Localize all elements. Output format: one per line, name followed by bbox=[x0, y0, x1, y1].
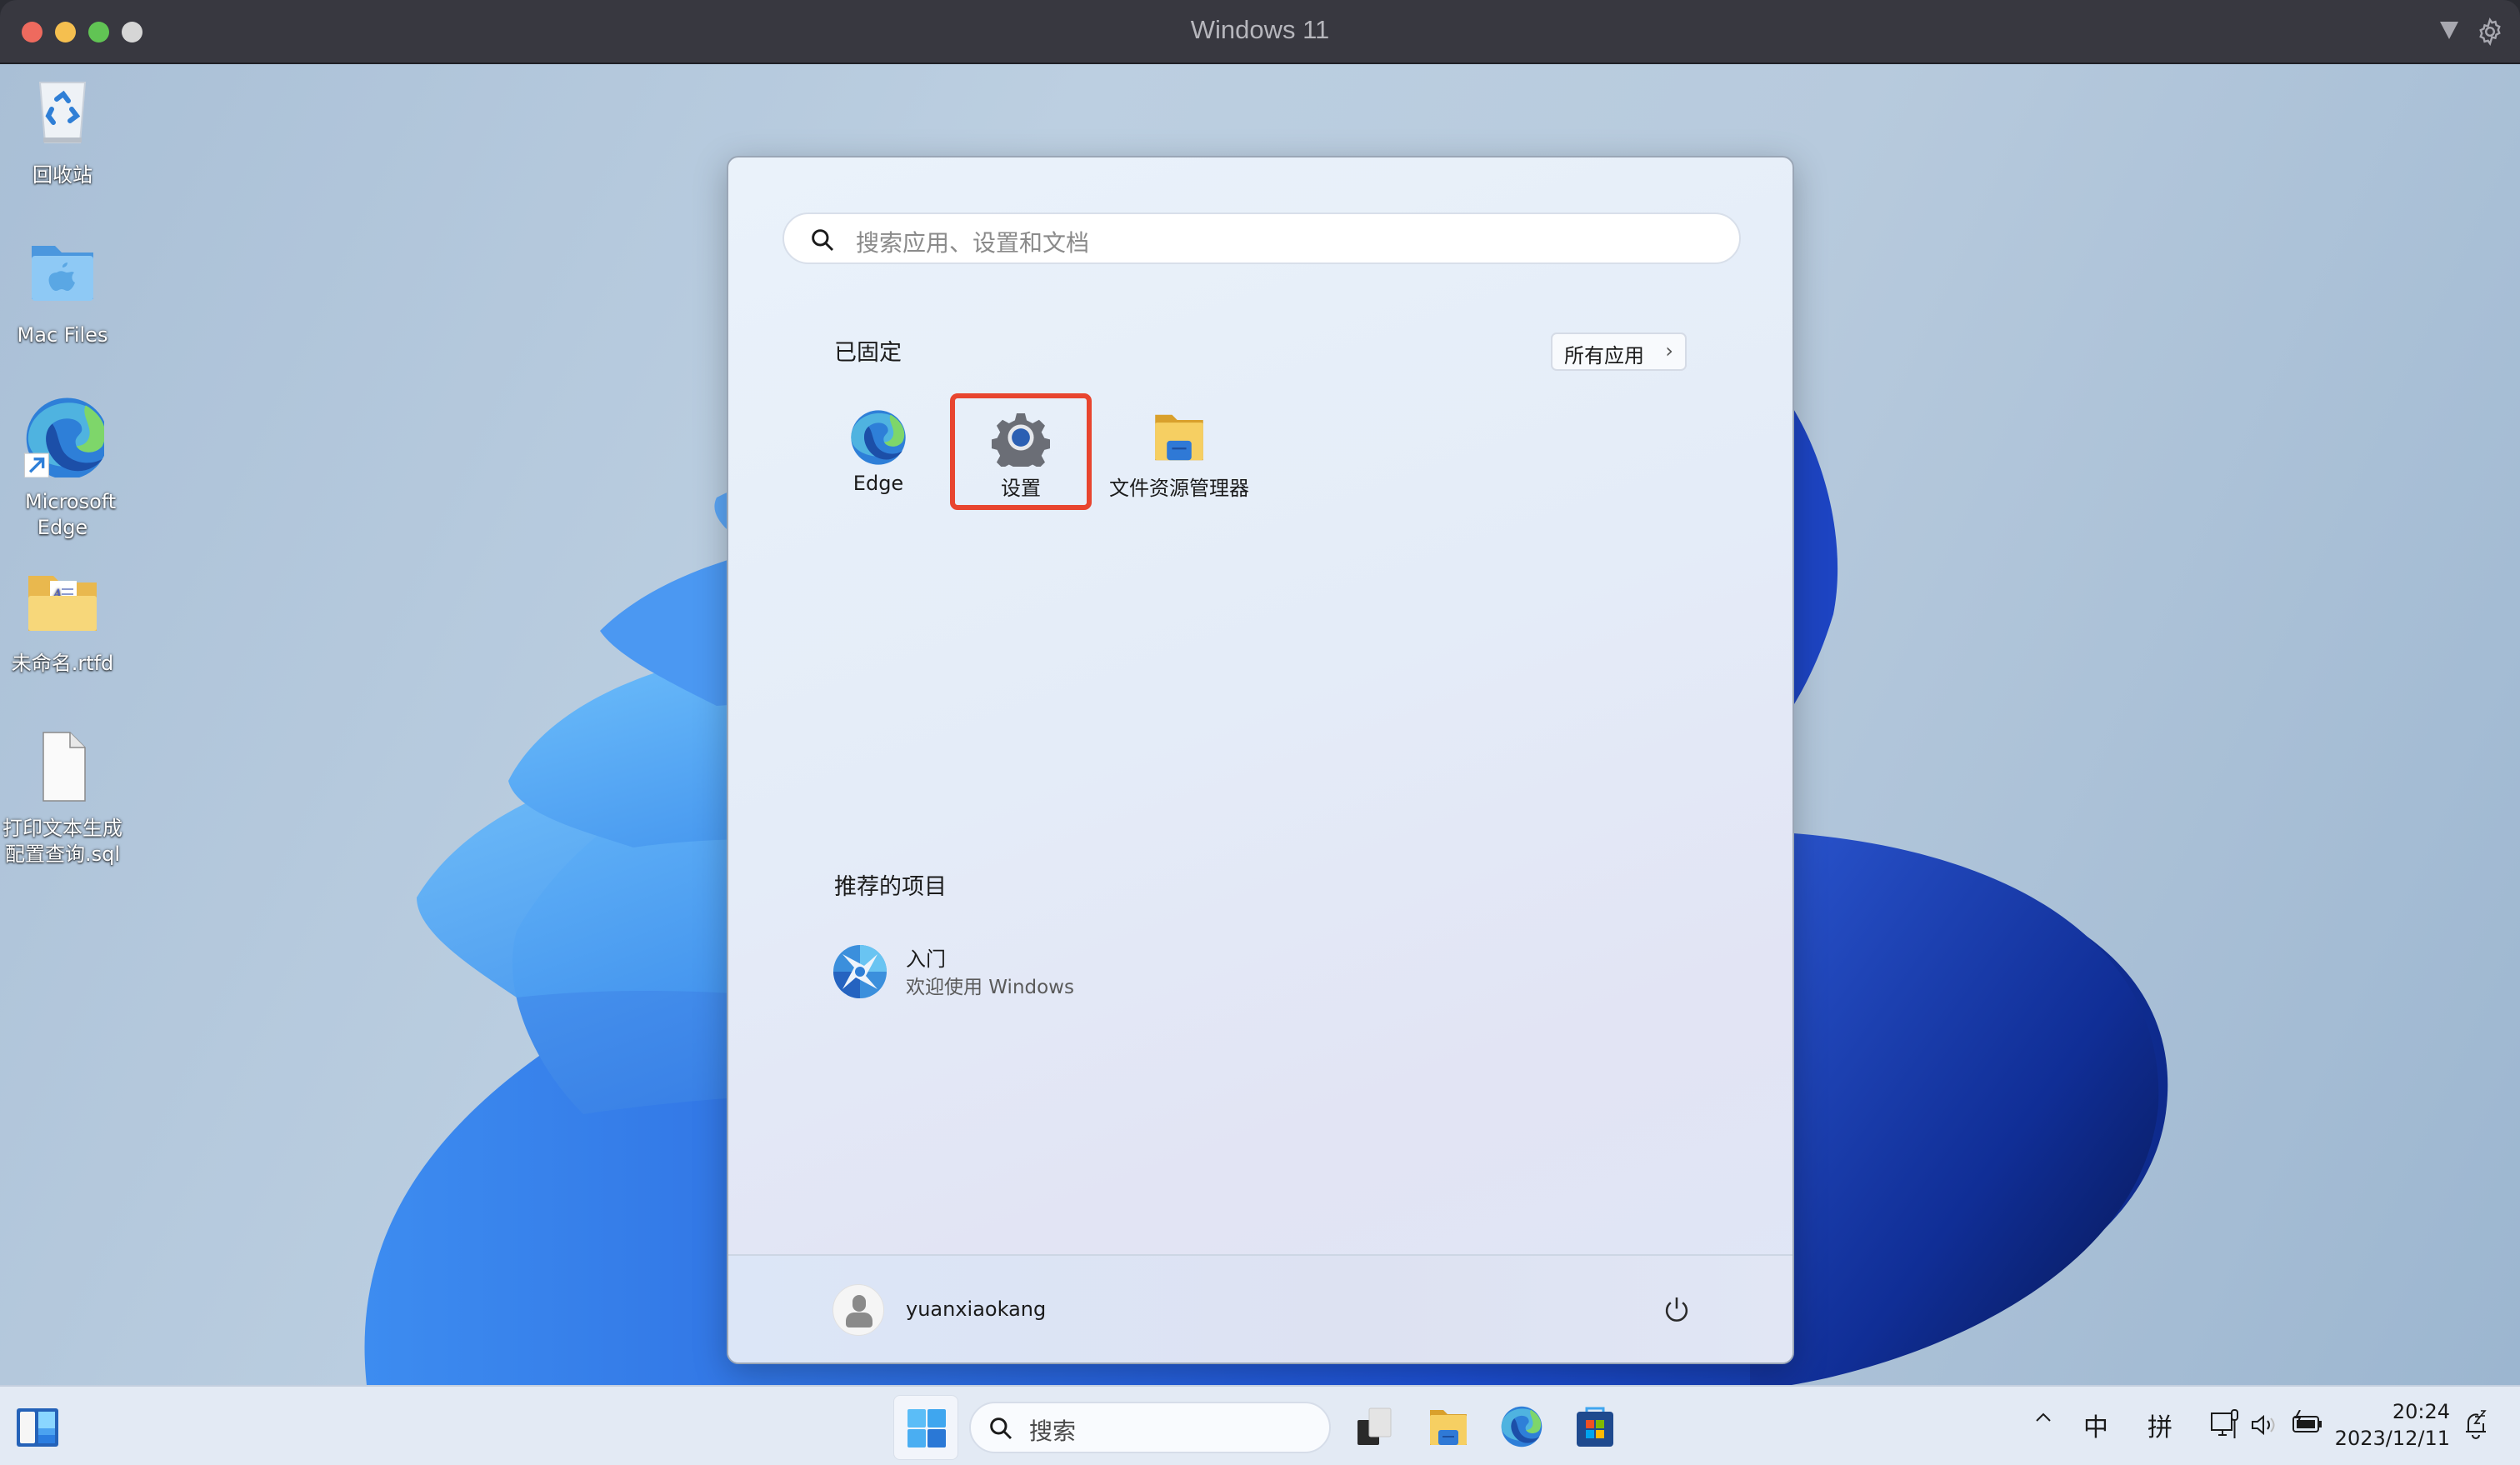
chevron-right-icon: › bbox=[1665, 339, 1673, 362]
clock-time: 20:24 bbox=[2392, 1400, 2450, 1423]
network-icon[interactable] bbox=[2210, 1408, 2240, 1440]
notification-bell-snooze-icon[interactable] bbox=[2463, 1408, 2488, 1440]
window-title: Windows 11 bbox=[1190, 15, 1330, 44]
system-clock[interactable]: 20:24 2023/12/11 bbox=[2325, 1398, 2450, 1452]
username: yuanxiaokang bbox=[906, 1298, 1047, 1321]
folder-apple-icon bbox=[32, 246, 93, 301]
dropdown-icon[interactable] bbox=[2440, 22, 2458, 39]
search-icon bbox=[812, 229, 834, 252]
start-menu-footer: yuanxiaokang bbox=[728, 1254, 1792, 1362]
show-hidden-icons-button[interactable] bbox=[2033, 1405, 2053, 1434]
recommended-item-title: 入门 bbox=[906, 948, 946, 971]
start-menu: 搜索应用、设置和文档 已固定 所有应用 › Edge 设置 文件资源管理器 推荐… bbox=[727, 156, 1794, 1364]
edge-shortcut-icon bbox=[23, 398, 108, 480]
desktop: 回收站 Mac Files Microsoft Edge A 未命名.rtfd bbox=[0, 64, 2520, 1385]
volume-icon[interactable] bbox=[2250, 1413, 2278, 1437]
get-started-icon bbox=[833, 945, 887, 998]
start-search-input[interactable]: 搜索应用、设置和文档 bbox=[782, 212, 1741, 264]
blank-file-icon bbox=[42, 732, 86, 802]
ime-method-indicator[interactable]: 拼 bbox=[2148, 1407, 2172, 1443]
desktop-icon-microsoft-edge[interactable]: Microsoft Edge bbox=[0, 394, 125, 541]
desktop-icon-mac-files[interactable]: Mac Files bbox=[0, 236, 125, 348]
widgets-icon[interactable] bbox=[17, 1408, 58, 1447]
file-explorer-icon[interactable] bbox=[1427, 1405, 1470, 1448]
edge-icon bbox=[851, 410, 906, 465]
search-icon bbox=[990, 1418, 1012, 1440]
taskbar: 搜索 中 拼 20:24 2023/12/11 bbox=[0, 1385, 2520, 1465]
window-title-bar: Windows 11 bbox=[0, 0, 2520, 64]
pinned-section-title: 已固定 bbox=[834, 340, 902, 366]
power-icon[interactable] bbox=[1661, 1294, 1692, 1326]
pinned-app-label: 文件资源管理器 bbox=[1109, 477, 1249, 500]
file-explorer-icon bbox=[1155, 414, 1203, 461]
recommended-item-subtitle: 欢迎使用 Windows bbox=[906, 977, 1074, 998]
gear-icon[interactable] bbox=[2475, 17, 2505, 47]
taskbar-search-box[interactable]: 搜索 bbox=[969, 1402, 1331, 1453]
all-apps-label: 所有应用 bbox=[1564, 344, 1644, 368]
recommended-item-get-started[interactable]: 入门 欢迎使用 Windows bbox=[832, 941, 1249, 1008]
recommended-section-title: 推荐的项目 bbox=[834, 874, 947, 900]
desktop-icon-sql-file[interactable]: 打印文本生成配置查询.sql bbox=[0, 729, 125, 868]
folder-document-icon: A bbox=[28, 576, 97, 631]
desktop-icon-recycle-bin[interactable]: 回收站 bbox=[0, 76, 125, 188]
pinned-app-settings[interactable]: 设置 bbox=[950, 393, 1092, 510]
edge-icon[interactable] bbox=[1500, 1405, 1543, 1448]
search-placeholder: 搜索应用、设置和文档 bbox=[856, 229, 1090, 257]
all-apps-button[interactable]: 所有应用 › bbox=[1551, 332, 1687, 371]
windows-logo-icon bbox=[908, 1409, 946, 1448]
recycle-bin-icon bbox=[38, 82, 87, 143]
ime-mode-indicator[interactable]: 中 bbox=[2083, 1407, 2108, 1443]
microsoft-store-icon[interactable] bbox=[1573, 1405, 1617, 1448]
taskbar-search-label: 搜索 bbox=[1029, 1418, 1077, 1445]
settings-gear-icon bbox=[992, 412, 1050, 467]
avatar bbox=[832, 1284, 884, 1336]
start-button[interactable] bbox=[893, 1395, 958, 1460]
task-view-icon[interactable] bbox=[1354, 1405, 1398, 1448]
desktop-icon-untitled-rtfd[interactable]: A 未命名.rtfd bbox=[0, 564, 125, 677]
clock-date: 2023/12/11 bbox=[2334, 1427, 2450, 1450]
pinned-app-file-explorer[interactable]: 文件资源管理器 bbox=[1108, 393, 1250, 510]
battery-charging-icon[interactable] bbox=[2292, 1410, 2323, 1435]
chevron-up-icon bbox=[2036, 1412, 2051, 1422]
